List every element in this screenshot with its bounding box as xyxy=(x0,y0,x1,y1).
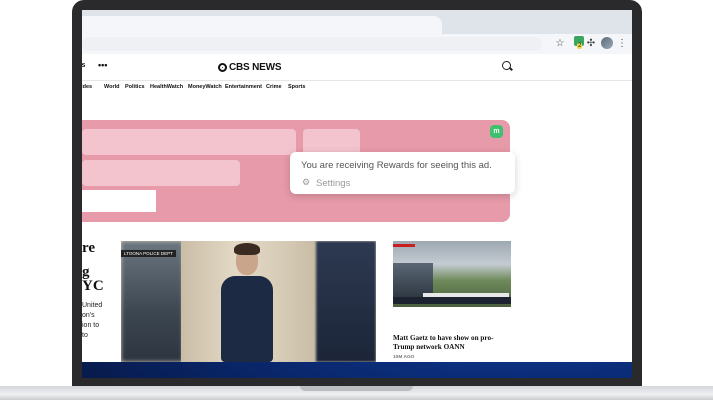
address-bar: ☆ 2 ✣ ⋮ xyxy=(82,34,632,55)
site-header: ws ••• CBS NEWS xyxy=(82,54,632,81)
nav-item-entertainment[interactable]: Entertainment xyxy=(225,84,262,90)
gear-icon[interactable]: ⚙ xyxy=(302,177,310,188)
cbs-news-logo[interactable]: CBS NEWS xyxy=(218,60,281,74)
nav-item-world[interactable]: World xyxy=(104,84,119,90)
rewards-popup: You are receiving Rewards for seeing thi… xyxy=(290,152,515,194)
person-figure xyxy=(221,276,273,362)
nav-item-healthwatch[interactable]: HealthWatch xyxy=(150,84,183,90)
nav-item-moneywatch[interactable]: MoneyWatch xyxy=(188,84,222,90)
nav-item-cides[interactable]: cides xyxy=(82,84,92,90)
settings-link[interactable]: Settings xyxy=(316,178,350,189)
ad-placeholder-block xyxy=(82,160,240,186)
header-left-label[interactable]: ws xyxy=(82,62,85,69)
more-menu-button[interactable]: ••• xyxy=(98,60,107,70)
lead-summary-line: to xyxy=(82,332,88,339)
person-hair xyxy=(234,243,260,255)
nav-item-sports[interactable]: Sports xyxy=(288,84,305,90)
lead-summary-line: United xyxy=(82,302,103,309)
lead-story-photo[interactable]: LTOONA POLICE DEPT xyxy=(121,241,376,362)
section-nav: cides World Politics HealthWatch MoneyWa… xyxy=(82,81,632,95)
ad-placeholder-block xyxy=(82,129,296,155)
url-omnibox[interactable] xyxy=(82,37,542,51)
screen: ☆ 2 ✣ ⋮ ws ••• CBS NEWS cides World Poli… xyxy=(82,10,632,378)
lead-headline-line: YC xyxy=(82,278,104,294)
photo-blur-right xyxy=(316,241,376,362)
tab-strip xyxy=(82,10,632,34)
photo-blur-left xyxy=(121,241,183,362)
side-story-headline[interactable]: Matt Gaetz to have show on pro-Trump net… xyxy=(393,334,513,352)
puzzle-icon[interactable]: ✣ xyxy=(584,37,598,51)
side-story-timestamp: 10M AGO xyxy=(393,355,415,360)
active-tab[interactable] xyxy=(82,16,442,34)
star-icon[interactable]: ☆ xyxy=(553,37,567,51)
laptop-notch xyxy=(300,386,413,391)
browser-window: ☆ 2 ✣ ⋮ ws ••• CBS NEWS cides World Poli… xyxy=(82,10,632,362)
logo-text: CBS NEWS xyxy=(229,61,282,73)
nav-item-politics[interactable]: Politics xyxy=(125,84,145,90)
ad-white-block xyxy=(82,190,156,212)
profile-avatar[interactable] xyxy=(601,37,613,49)
lead-summary-line: on's xyxy=(82,312,95,319)
thumb-ticker xyxy=(393,297,511,304)
extension-badge-count: 2 xyxy=(577,43,583,49)
lead-summary: United on's ion to to xyxy=(82,301,102,341)
thumb-live-bar xyxy=(393,244,415,247)
page-content: m You are receiving Rewards for seeing t… xyxy=(82,96,632,362)
kebab-menu-icon[interactable]: ⋮ xyxy=(615,37,629,51)
side-story-thumbnail[interactable] xyxy=(393,241,511,307)
nav-item-crime[interactable]: Crime xyxy=(266,84,282,90)
photo-caption-label: LTOONA POLICE DEPT xyxy=(121,250,176,257)
lead-headline[interactable]: re g YC xyxy=(82,240,104,294)
search-icon[interactable] xyxy=(502,61,511,70)
thumb-inset xyxy=(393,263,433,297)
rewards-brand-icon[interactable]: m xyxy=(490,125,503,138)
cbs-eye-icon xyxy=(218,62,227,72)
lead-summary-line: ion to xyxy=(82,322,100,329)
rewards-message: You are receiving Rewards for seeing thi… xyxy=(301,160,492,171)
lead-headline-line: re xyxy=(82,240,96,256)
